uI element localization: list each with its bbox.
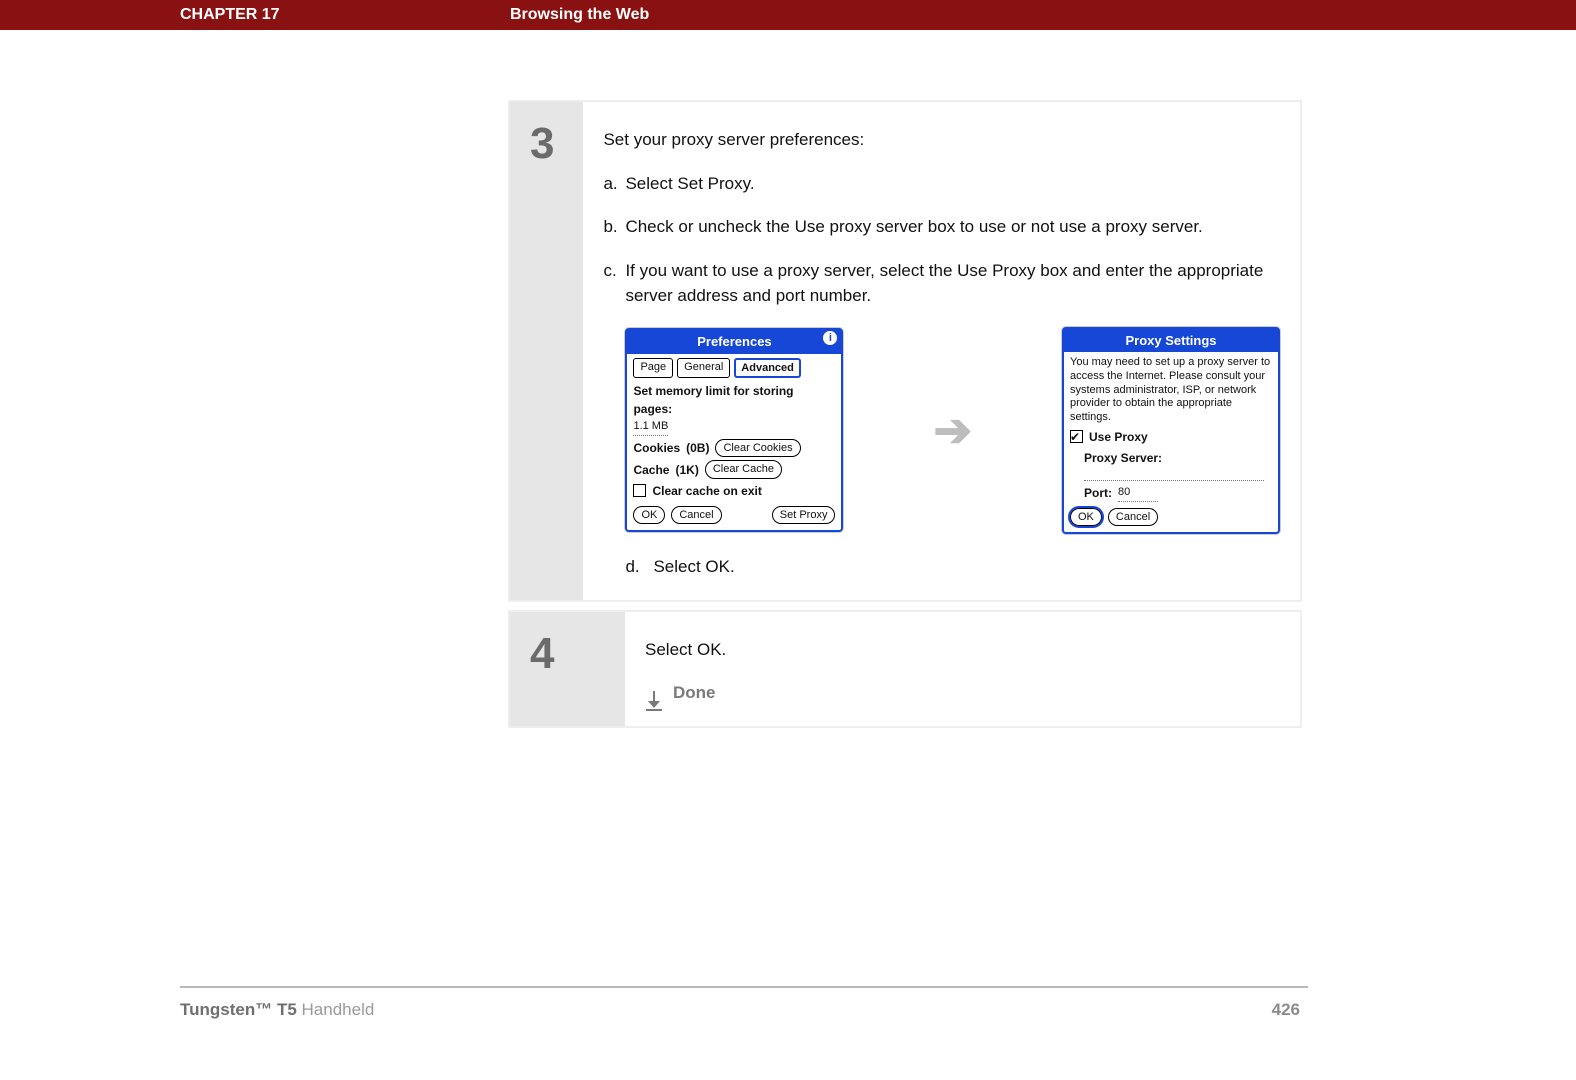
item-letter: c.: [603, 258, 625, 309]
proxy-title: Proxy Settings: [1064, 329, 1278, 353]
item-text: Select Set Proxy.: [625, 171, 754, 197]
item-letter: a.: [603, 171, 625, 197]
prefs-tabs: Page General Advanced: [633, 358, 835, 379]
step-3-card: 3 Set your proxy server preferences: a.S…: [508, 100, 1302, 602]
step-3-body: Set your proxy server preferences: a.Sel…: [583, 102, 1300, 600]
step-3-item-c: c.If you want to use a proxy server, sel…: [603, 258, 1280, 309]
page-number: 426: [1272, 1000, 1300, 1020]
proxy-server-input[interactable]: [1084, 470, 1264, 481]
preferences-window: Preferences i Page General Advanced Set …: [625, 328, 843, 532]
tab-general[interactable]: General: [677, 358, 730, 379]
proxy-ok-button[interactable]: OK: [1070, 508, 1102, 527]
prefs-ok-button[interactable]: OK: [633, 506, 665, 525]
step-3-lead: Set your proxy server preferences:: [603, 127, 1280, 153]
cookies-label: Cookies: [633, 439, 680, 457]
cache-size: (1K): [675, 461, 698, 479]
chapter-bar: CHAPTER 17 Browsing the Web: [0, 0, 1576, 30]
use-proxy-label: Use Proxy: [1089, 428, 1148, 446]
step-4-body: Select OK. Done: [625, 612, 1300, 726]
flow-arrow-icon: ➔: [933, 407, 972, 453]
proxy-cancel-button[interactable]: Cancel: [1108, 508, 1158, 527]
port-value[interactable]: 80: [1118, 484, 1158, 502]
tab-page[interactable]: Page: [633, 358, 673, 379]
done-label: Done: [673, 680, 716, 706]
clear-cookies-button[interactable]: Clear Cookies: [715, 439, 800, 458]
done-row: Done: [645, 680, 1280, 706]
step-4-text: Select OK.: [645, 637, 1280, 663]
step-4-card: 4 Select OK. Done: [508, 610, 1302, 728]
page-footer: Tungsten™ T5 Handheld 426: [180, 986, 1308, 1040]
use-proxy-checkbox[interactable]: [1070, 430, 1083, 443]
step-3-item-d: Select OK.: [653, 554, 734, 580]
tab-advanced[interactable]: Advanced: [734, 358, 801, 379]
proxy-settings-window: Proxy Settings You may need to set up a …: [1062, 327, 1280, 535]
preferences-title: Preferences i: [627, 330, 841, 354]
footer-brand-light: Handheld: [297, 1000, 375, 1019]
step-3-item-b: b.Check or uncheck the Use proxy server …: [603, 214, 1280, 240]
window-title: Proxy Settings: [1125, 333, 1216, 348]
screenshots-row: Preferences i Page General Advanced Set …: [625, 327, 1280, 535]
memory-limit-value[interactable]: 1.1 MB: [633, 418, 668, 436]
item-text: Check or uncheck the Use proxy server bo…: [625, 214, 1202, 240]
chapter-title: Browsing the Web: [510, 6, 649, 24]
step-number: 4: [510, 612, 625, 726]
set-proxy-button[interactable]: Set Proxy: [772, 506, 836, 525]
proxy-help-text: You may need to set up a proxy server to…: [1070, 356, 1272, 425]
proxy-server-label: Proxy Server:: [1084, 449, 1162, 467]
step-number: 3: [510, 102, 583, 600]
prefs-cancel-button[interactable]: Cancel: [671, 506, 721, 525]
clear-on-exit-label: Clear cache on exit: [652, 482, 761, 500]
cache-label: Cache: [633, 461, 669, 479]
memory-limit-label: Set memory limit for storing pages:: [633, 384, 793, 416]
item-letter: d.: [625, 554, 647, 580]
info-icon[interactable]: i: [823, 331, 837, 345]
step-3-list: a.Select Set Proxy. b.Check or uncheck t…: [603, 171, 1280, 309]
clear-on-exit-checkbox[interactable]: [633, 484, 646, 497]
footer-brand-bold: Tungsten™ T5: [180, 1000, 297, 1019]
footer-brand: Tungsten™ T5 Handheld: [180, 1000, 374, 1020]
item-letter: b.: [603, 214, 625, 240]
item-text: If you want to use a proxy server, selec…: [625, 258, 1280, 309]
clear-cache-button[interactable]: Clear Cache: [705, 460, 782, 479]
step-3-item-a: a.Select Set Proxy.: [603, 171, 1280, 197]
cookies-size: (0B): [686, 439, 709, 457]
port-label: Port:: [1084, 484, 1112, 502]
window-title: Preferences: [697, 334, 771, 349]
content: 3 Set your proxy server preferences: a.S…: [0, 30, 1576, 986]
chapter-label: CHAPTER 17: [180, 6, 510, 24]
